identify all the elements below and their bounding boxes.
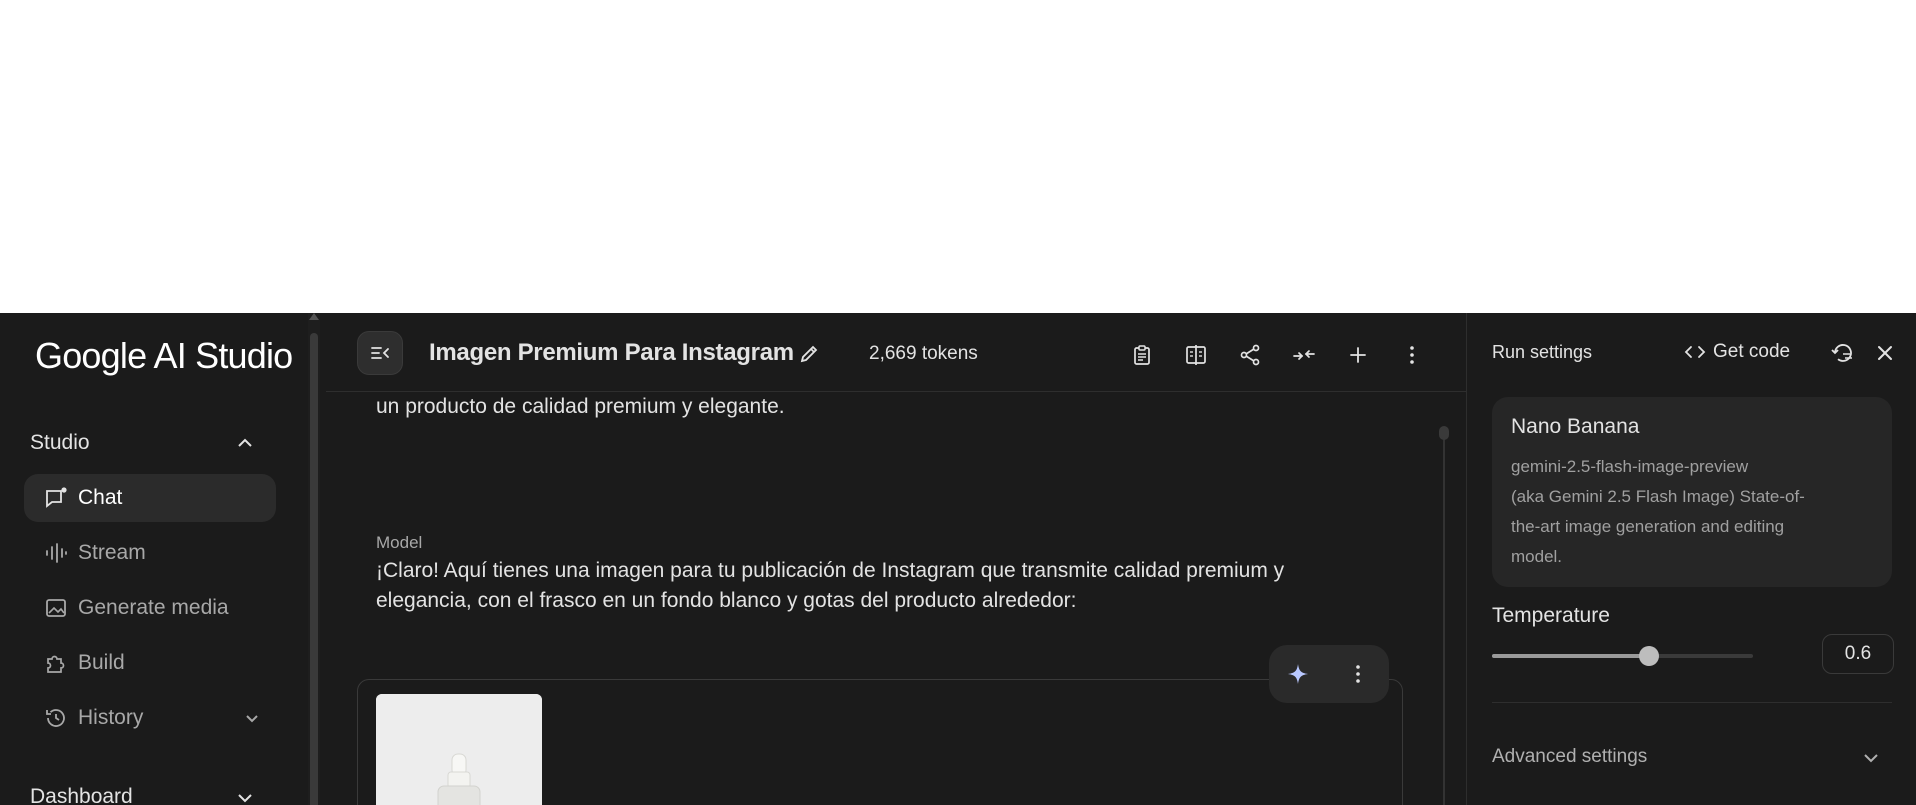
share-icon[interactable] <box>1238 343 1262 367</box>
get-code-label: Get code <box>1713 341 1791 362</box>
code-icon <box>1683 340 1707 364</box>
more-icon[interactable] <box>1400 343 1424 367</box>
sidebar-item-label: History <box>78 706 144 729</box>
sidebar-item-label: Stream <box>78 541 146 564</box>
edit-title-icon[interactable] <box>797 342 821 366</box>
collapse-sidebar-icon <box>369 342 391 364</box>
run-settings-title: Run settings <box>1492 342 1593 362</box>
sidebar-item-chat[interactable]: Chat <box>24 474 276 522</box>
sidebar-item-stream[interactable]: Stream <box>24 529 276 577</box>
waveform-icon <box>44 541 68 565</box>
generated-image[interactable] <box>376 694 542 805</box>
toggle-sidebar-button[interactable] <box>357 331 403 375</box>
sidebar-item-label: Chat <box>78 486 123 509</box>
model-description-line: model. <box>1511 547 1563 566</box>
message-more-icon[interactable] <box>1346 662 1370 686</box>
chevron-down-icon[interactable] <box>1860 747 1882 769</box>
image-icon <box>44 596 68 620</box>
model-description-line: (aka Gemini 2.5 Flash Image) State-of- <box>1511 487 1805 506</box>
sparkle-icon[interactable] <box>1286 662 1310 686</box>
model-name: Nano Banana <box>1511 415 1640 438</box>
user-message-text: un producto de calidad premium y elegant… <box>376 395 785 418</box>
model-message-line: ¡Claro! Aquí tienes una imagen para tu p… <box>376 559 1285 582</box>
compare-icon[interactable] <box>1184 343 1208 367</box>
sidebar-scrollbar-thumb[interactable] <box>310 333 318 805</box>
compress-icon[interactable] <box>1292 343 1316 367</box>
add-icon[interactable] <box>1346 343 1370 367</box>
model-description: gemini-2.5-flash-image-preview (aka Gemi… <box>1511 452 1851 572</box>
studio-section-header[interactable]: Studio <box>30 431 90 455</box>
temperature-slider-thumb[interactable] <box>1638 646 1659 666</box>
model-description-line: gemini-2.5-flash-image-preview <box>1511 457 1749 476</box>
chat-icon <box>44 486 68 510</box>
chevron-up-icon[interactable] <box>235 433 255 453</box>
advanced-settings-toggle[interactable]: Advanced settings <box>1492 746 1647 768</box>
sidebar-item-label: Generate media <box>78 596 229 619</box>
sidebar-item-label: Build <box>78 651 125 674</box>
chat-scrollbar-thumb[interactable] <box>1439 426 1449 440</box>
app-window: Google AI Studio Studio Chat Stream Gene… <box>0 313 1916 805</box>
chevron-down-icon[interactable] <box>242 708 262 728</box>
scroll-up-arrow-icon[interactable] <box>309 313 319 320</box>
chat-scrollbar-track[interactable] <box>1443 432 1445 805</box>
chat-main: Imagen Premium Para Instagram 2,669 toke… <box>326 313 1466 805</box>
chat-header: Imagen Premium Para Instagram 2,669 toke… <box>326 313 1466 392</box>
app-logo[interactable]: Google AI Studio <box>35 335 293 377</box>
run-settings-panel: Run settings Get code Nano Banana gemini… <box>1466 313 1916 805</box>
page-title[interactable]: Imagen Premium Para Instagram <box>429 339 794 367</box>
sidebar: Google AI Studio Studio Chat Stream Gene… <box>0 313 307 805</box>
sidebar-item-build[interactable]: Build <box>24 639 276 687</box>
divider <box>1492 702 1892 703</box>
close-icon[interactable] <box>1872 340 1898 366</box>
chat-content: un producto de calidad premium y elegant… <box>326 392 1466 805</box>
get-code-button[interactable]: Get code <box>1683 340 1790 364</box>
history-icon <box>44 706 68 730</box>
model-selector-card[interactable]: Nano Banana gemini-2.5-flash-image-previ… <box>1492 397 1892 587</box>
temperature-input[interactable]: 0.6 <box>1822 634 1894 674</box>
sidebar-item-history[interactable]: History <box>24 694 276 742</box>
temperature-slider-fill <box>1492 654 1647 658</box>
temperature-label: Temperature <box>1492 604 1610 627</box>
message-actions-toolbar <box>1269 645 1389 703</box>
model-description-line: the-art image generation and editing <box>1511 517 1785 536</box>
model-role-label: Model <box>376 533 423 552</box>
token-count: 2,669 tokens <box>869 343 978 364</box>
model-message-line: elegancia, con el frasco en un fondo bla… <box>376 589 1077 612</box>
dashboard-section-header[interactable]: Dashboard <box>30 785 133 805</box>
reset-settings-icon[interactable] <box>1830 340 1856 366</box>
puzzle-icon <box>44 651 68 675</box>
sidebar-item-generate-media[interactable]: Generate media <box>24 584 276 632</box>
chevron-down-icon[interactable] <box>235 788 255 805</box>
clipboard-icon[interactable] <box>1130 343 1154 367</box>
